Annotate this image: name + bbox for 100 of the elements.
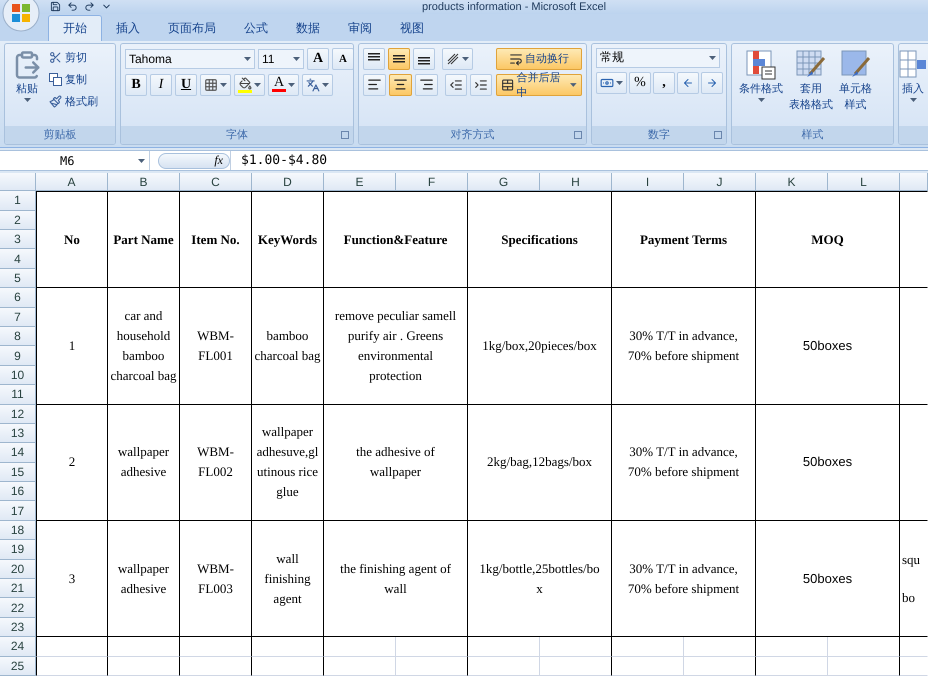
row-header[interactable]: 24 (0, 637, 36, 657)
row-header[interactable]: 17 (0, 501, 36, 521)
grow-font-button[interactable]: A (307, 48, 329, 70)
row-header[interactable]: 13 (0, 424, 36, 444)
launcher-icon[interactable] (574, 130, 582, 139)
currency-button[interactable] (596, 72, 627, 94)
ribbon-tab[interactable]: 审阅 (334, 16, 386, 41)
column-header[interactable]: K (756, 173, 828, 192)
column-header[interactable]: B (108, 173, 180, 192)
row-header[interactable]: 4 (0, 249, 36, 269)
orientation-button[interactable] (442, 48, 473, 70)
column-header[interactable]: G (468, 173, 540, 192)
number-format-field[interactable]: 常规 (596, 48, 720, 68)
merge-cells-icon (501, 78, 514, 92)
wrap-text-button[interactable]: 自动换行 (496, 48, 582, 70)
row-header[interactable]: 18 (0, 520, 36, 540)
row-header[interactable]: 9 (0, 346, 36, 366)
column-header[interactable]: A (36, 173, 108, 192)
italic-button[interactable]: I (150, 74, 172, 96)
ribbon-tab[interactable]: 页面布局 (154, 16, 230, 41)
launcher-icon[interactable] (714, 130, 722, 139)
row-header[interactable]: 8 (0, 326, 36, 346)
row-header[interactable]: 21 (0, 579, 36, 598)
grid-cell (324, 637, 396, 657)
undo-icon[interactable] (67, 1, 78, 12)
shrink-font-button[interactable]: A (332, 48, 353, 70)
merge-center-button[interactable]: 合并后居中 (496, 74, 582, 96)
row-header[interactable]: 7 (0, 308, 36, 327)
column-header[interactable]: C (180, 173, 252, 192)
caret-icon (758, 98, 764, 102)
phonetic-button[interactable] (302, 74, 333, 96)
row-header[interactable]: 6 (0, 288, 36, 308)
paste-button[interactable]: 粘贴 (9, 48, 45, 122)
font-name-field[interactable]: Tahoma (125, 48, 255, 69)
borders-button[interactable] (200, 74, 231, 96)
underline-button[interactable]: U (175, 74, 197, 96)
column-header[interactable]: L (828, 173, 900, 192)
grid-arrow-icon (899, 50, 927, 80)
column-header[interactable]: E (324, 173, 396, 192)
clipboard-button[interactable]: 格式刷 (49, 92, 98, 112)
font-size-field[interactable]: 11 (258, 48, 304, 69)
style-button[interactable]: 条件格式 (736, 48, 786, 122)
save-icon[interactable] (50, 1, 61, 12)
column-header[interactable]: J (684, 173, 756, 192)
font-color-button[interactable]: A (268, 74, 299, 96)
row-header[interactable]: 23 (0, 618, 36, 638)
ribbon-tab[interactable]: 公式 (230, 16, 282, 41)
ribbon-tab[interactable]: 数据 (282, 16, 334, 41)
grid-cell (180, 656, 252, 676)
row-header[interactable]: 10 (0, 366, 36, 386)
row-header[interactable]: 25 (0, 656, 36, 676)
row-header[interactable]: 20 (0, 560, 36, 580)
horizontal-align-button[interactable] (415, 74, 438, 96)
row-header[interactable]: 11 (0, 385, 36, 405)
column-header[interactable]: D (252, 173, 324, 192)
style-button[interactable]: 套用 表格格式 (786, 48, 836, 122)
clipboard-button[interactable]: 剪切 (49, 48, 98, 68)
column-header[interactable] (900, 173, 928, 192)
row-header[interactable]: 16 (0, 482, 36, 502)
formula-bar-handle[interactable]: fx (158, 152, 230, 169)
row-header[interactable]: 14 (0, 443, 36, 463)
comma-button[interactable]: , (653, 72, 675, 94)
grid-cell (684, 637, 756, 657)
redo-icon[interactable] (84, 1, 95, 12)
row-header[interactable]: 1 (0, 191, 36, 211)
ribbon-tab[interactable]: 视图 (386, 16, 438, 41)
formula-field[interactable]: $1.00-$4.80 (230, 150, 928, 170)
name-box[interactable]: M6 (0, 150, 150, 170)
column-header[interactable]: H (540, 173, 612, 192)
column-header[interactable]: I (612, 173, 684, 192)
cell-text: squ (902, 550, 920, 569)
caret-icon (570, 82, 577, 87)
row-header[interactable]: 15 (0, 462, 36, 482)
fill-color-button[interactable] (234, 74, 265, 96)
ribbon-tab[interactable]: 开始 (48, 14, 102, 41)
vertical-align-button[interactable] (413, 48, 435, 70)
horizontal-align-button[interactable] (363, 74, 386, 96)
column-header[interactable]: F (396, 173, 468, 192)
increase-decimal-button[interactable] (677, 72, 699, 94)
caret-icon (462, 56, 469, 61)
row-header[interactable]: 5 (0, 268, 36, 288)
percent-button[interactable]: % (629, 72, 651, 94)
row-header[interactable]: 2 (0, 210, 36, 230)
vertical-align-button[interactable] (388, 48, 410, 70)
row-header[interactable]: 3 (0, 230, 36, 250)
clipboard-button[interactable]: 复制 (49, 70, 98, 90)
decrease-decimal-button[interactable] (701, 72, 723, 94)
increase-indent-button[interactable] (470, 74, 492, 96)
paintbrush-icon (49, 95, 62, 108)
vertical-align-button[interactable] (363, 48, 385, 70)
launcher-icon[interactable] (341, 130, 349, 139)
row-header[interactable]: 22 (0, 598, 36, 618)
horizontal-align-button[interactable] (389, 74, 412, 96)
table-cell: 30% T/T in advance, 70% before shipment (612, 288, 756, 405)
decrease-indent-button[interactable] (445, 74, 467, 96)
style-button[interactable]: 单元格 样式 (836, 48, 875, 122)
row-header[interactable]: 19 (0, 540, 36, 560)
bold-button[interactable]: B (125, 74, 147, 96)
row-header[interactable]: 12 (0, 404, 36, 424)
ribbon-tab[interactable]: 插入 (102, 16, 154, 41)
